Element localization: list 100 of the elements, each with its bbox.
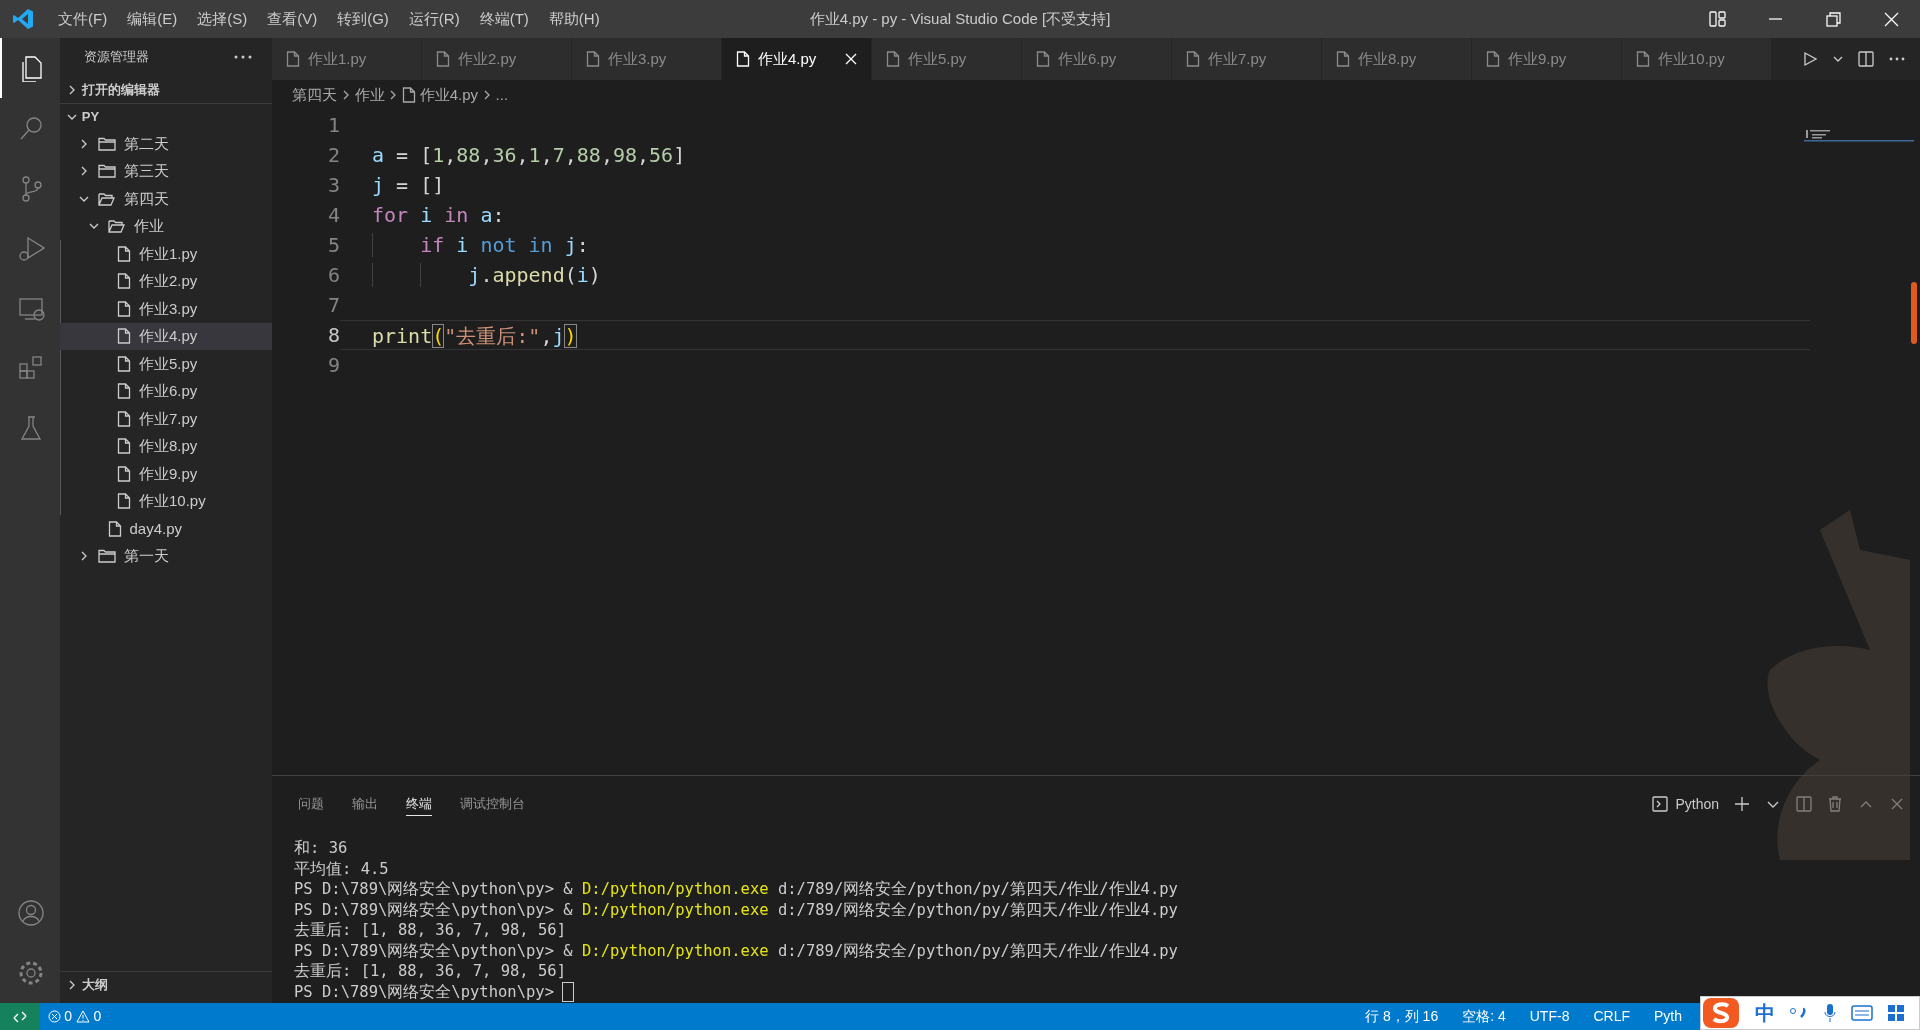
line-number: 5 (326, 232, 340, 259)
terminal-icon (1652, 796, 1669, 812)
terminal-line: 平均值: 4.5 (294, 858, 390, 879)
tree-item[interactable]: 作业 (60, 212, 272, 240)
terminal-line: PS D:\789\网络安全\python\py> & D:/python/python.exe d:/789/网络安全/python/py/第四天/作业/作业4.py (294, 899, 1179, 920)
error-icon (47, 1010, 61, 1023)
breadcrumb-item[interactable]: 第四天 (292, 83, 337, 107)
open-folder-icon (107, 219, 126, 234)
status-item[interactable]: 行 8，列 16 (1353, 1006, 1451, 1027)
line-number: 6 (326, 262, 340, 289)
tree-item[interactable]: 作业4.py (60, 322, 272, 350)
tree-item[interactable]: 第二天 (60, 130, 272, 158)
code-line: if i not in j: (340, 230, 1810, 260)
tree-item[interactable]: 作业1.py (60, 240, 272, 268)
close-icon[interactable] (1882, 10, 1900, 28)
menu-item[interactable]: 选择(S) (187, 7, 258, 31)
line-number: 7 (326, 292, 340, 319)
split-terminal-icon[interactable] (1796, 796, 1812, 812)
extensions-icon[interactable] (17, 354, 45, 382)
warning-icon (75, 1010, 90, 1023)
tree-item[interactable]: 作业2.py (60, 267, 272, 295)
file-icon (736, 51, 750, 67)
terminal-line: 去重后: [1, 88, 36, 7, 98, 56] (294, 920, 567, 941)
menu-item[interactable]: 编辑(E) (117, 7, 188, 31)
section-header[interactable]: PY (81, 107, 100, 127)
tree-item[interactable]: 作业10.py (60, 487, 272, 515)
tree-item[interactable]: 作业7.py (60, 405, 272, 433)
menu-item[interactable]: 帮助(H) (538, 7, 610, 31)
editor-tab[interactable]: 作业4.py (722, 38, 872, 80)
panel-tab[interactable]: 终端 (406, 791, 432, 817)
account-icon[interactable] (17, 899, 45, 927)
breadcrumb-item[interactable]: 作业4.py (419, 83, 479, 107)
editor-tab[interactable]: 作业3.py (572, 38, 722, 80)
editor-tab[interactable]: 作业6.py (1022, 38, 1172, 80)
layout-icon[interactable] (1708, 10, 1726, 28)
restore-icon[interactable] (1824, 10, 1842, 28)
tree-item[interactable]: 第四天 (60, 185, 272, 213)
status-item[interactable]: 空格: 4 (1450, 1006, 1518, 1027)
file-icon (117, 355, 131, 372)
file-icon (117, 245, 131, 262)
editor-tab[interactable]: 作业8.py (1322, 38, 1472, 80)
terminal-line: PS D:\789\网络安全\python\py> & D:/python/python.exe d:/789/网络安全/python/py/第四天/作业/作业4.py (294, 940, 1179, 961)
menu-item[interactable]: 终端(T) (469, 7, 539, 31)
tree-item[interactable]: 第三天 (60, 157, 272, 185)
more-icon[interactable] (1889, 57, 1905, 61)
run-debug-icon[interactable] (17, 234, 45, 262)
status-item[interactable]: CRLF (1581, 1006, 1642, 1027)
file-icon (886, 51, 900, 67)
tree-item[interactable]: 作业6.py (60, 377, 272, 405)
file-icon (286, 51, 300, 67)
section-header[interactable]: 打开的编辑器 (81, 79, 160, 100)
ime-toolbar[interactable]: 中 (1700, 996, 1920, 1030)
section-header[interactable]: 大纲 (81, 974, 108, 995)
tree-item[interactable]: 第一天 (60, 542, 272, 570)
editor-tab[interactable]: 作业7.py (1172, 38, 1322, 80)
chevron-down-icon[interactable] (1833, 54, 1843, 64)
editor-tab[interactable]: 作业2.py (422, 38, 572, 80)
split-editor-icon[interactable] (1858, 51, 1874, 67)
menu-item[interactable]: 转到(G) (327, 7, 399, 31)
file-icon (117, 328, 131, 345)
vscode-logo-icon (12, 8, 34, 30)
file-icon (117, 410, 131, 427)
panel-tab[interactable]: 输出 (352, 791, 378, 817)
editor-tab[interactable]: 作业10.py (1622, 38, 1772, 80)
breadcrumb-item[interactable]: ... (495, 83, 509, 107)
toolbox-icon (1887, 1004, 1905, 1022)
panel-tab[interactable]: 调试控制台 (460, 791, 525, 817)
code-line: j = [] (371, 172, 446, 199)
editor-tab[interactable]: 作业1.py (272, 38, 422, 80)
settings-icon[interactable] (17, 959, 45, 987)
tree-item[interactable]: 作业9.py (60, 460, 272, 488)
editor-tab[interactable]: 作业5.py (872, 38, 1022, 80)
sidebar-title: 资源管理器 (84, 48, 149, 67)
file-icon (117, 493, 131, 510)
menu-item[interactable]: 文件(F) (48, 7, 118, 31)
tree-item[interactable]: 作业3.py (60, 295, 272, 323)
problems-status[interactable]: 0 0 (47, 1006, 102, 1027)
tree-item[interactable]: day4.py (60, 515, 272, 543)
status-item[interactable]: Pyth (1642, 1006, 1694, 1027)
terminal-selector[interactable]: Python (1675, 793, 1719, 815)
terminal-line: 和: 36 (294, 838, 349, 859)
remote-icon[interactable] (13, 1009, 27, 1024)
menu-item[interactable]: 查看(V) (257, 7, 328, 31)
line-number: 1 (326, 112, 340, 139)
microphone-icon (1823, 1003, 1837, 1023)
panel-tab[interactable]: 问题 (298, 791, 324, 817)
terminal-cursor (563, 983, 574, 1001)
more-icon[interactable] (234, 55, 252, 59)
line-number: 2 (326, 142, 340, 169)
open-folder-icon (98, 191, 116, 206)
breadcrumb-item[interactable]: 作业 (354, 83, 385, 107)
tree-item[interactable]: 作业8.py (60, 432, 272, 460)
tree-item[interactable]: 作业5.py (60, 350, 272, 378)
editor-tab[interactable]: 作业9.py (1472, 38, 1622, 80)
plus-icon[interactable] (1734, 796, 1750, 812)
status-item[interactable]: UTF-8 (1517, 1006, 1582, 1027)
run-icon[interactable] (1802, 51, 1818, 67)
menu-item[interactable]: 运行(R) (398, 7, 470, 31)
trash-icon[interactable] (1827, 796, 1843, 812)
file-icon (1036, 51, 1050, 67)
